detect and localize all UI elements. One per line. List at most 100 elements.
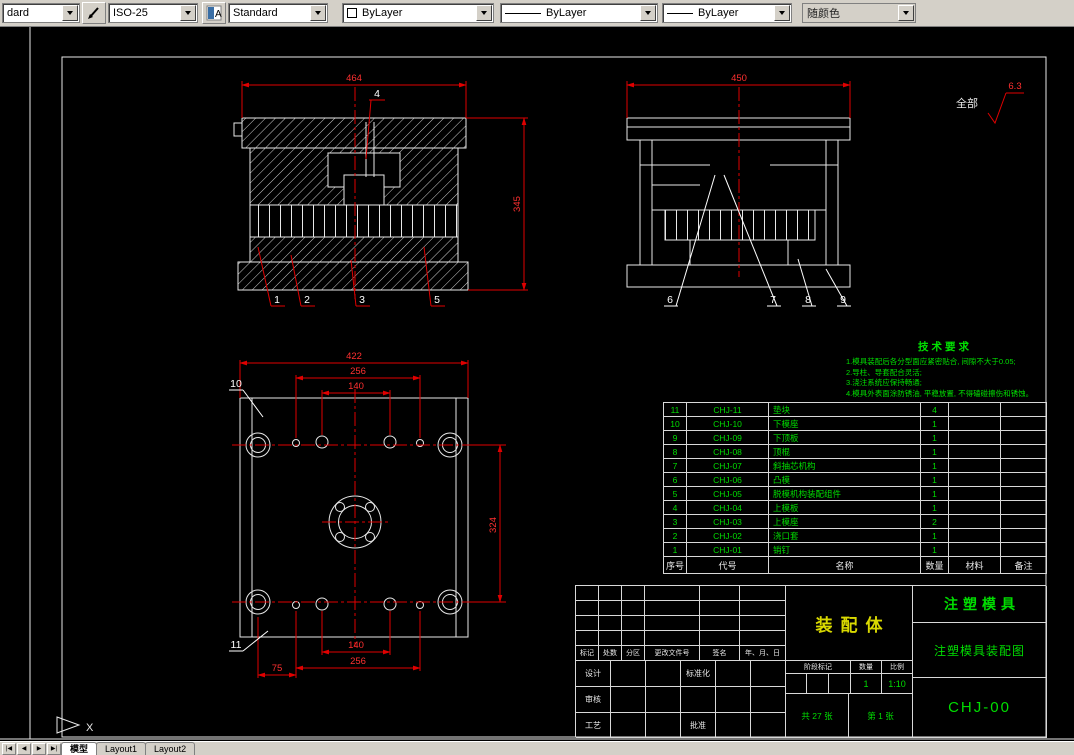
note-line: 4.模具外表面涂防锈油, 平稳放置, 不得磕碰擦伤和锈蚀。 <box>846 388 1034 398</box>
tab-nav-first[interactable]: |◀ <box>2 743 16 755</box>
revision-cell <box>599 631 622 646</box>
revision-cell <box>740 631 786 646</box>
dim-section-width: 464 <box>346 73 362 84</box>
bom-cell: 2 <box>920 514 949 529</box>
part-name: 装配体 <box>815 615 891 635</box>
combo-arrow-button[interactable] <box>640 5 656 21</box>
revision-header-cell: 签名 <box>700 646 740 661</box>
text-style-combo[interactable]: Standard <box>228 3 328 23</box>
dim-style-manager-button[interactable] <box>82 2 106 24</box>
signature-cell <box>716 713 751 738</box>
lineweight-combo[interactable]: ByLayer <box>662 3 792 23</box>
bom-cell <box>948 486 1001 501</box>
note-line: 3.浇注系统应保持畅通; <box>846 378 922 387</box>
text-style-label: Standard <box>233 7 278 19</box>
bom-row: 1 CHJ-01 销钉 1 <box>663 542 1047 557</box>
chevron-down-icon <box>481 11 487 18</box>
bom-cell: 1 <box>663 542 687 557</box>
bom-header: 材料 <box>948 556 1001 574</box>
tab-nav-prev[interactable]: ◀ <box>17 743 31 755</box>
bom-header-row: 序号 代号 名称 数量 材料 备注 <box>663 556 1047 574</box>
revision-cell <box>700 601 740 616</box>
side-view <box>626 87 851 288</box>
bom-cell: 9 <box>663 430 687 445</box>
tab-nav-next[interactable]: ▶ <box>32 743 46 755</box>
bom-cell: 浇口套 <box>768 528 921 543</box>
combo-arrow-button[interactable] <box>310 5 326 21</box>
signature-cell <box>611 713 646 738</box>
tab-model[interactable]: 模型 <box>61 742 98 755</box>
dim-style-combo[interactable]: ISO-25 <box>108 3 198 23</box>
bom-cell: 1 <box>920 430 949 445</box>
bom-row: 9 CHJ-09 下顶板 1 <box>663 430 1047 445</box>
bom-cell: CHJ-10 <box>686 416 769 431</box>
bom-cell <box>1000 486 1047 501</box>
signature-cell: 设计 <box>576 661 611 687</box>
bom-cell: CHJ-09 <box>686 430 769 445</box>
stage-header-row: 阶段标记 数量 比例 <box>786 661 913 674</box>
revision-cell <box>700 631 740 646</box>
tab-layout1[interactable]: Layout1 <box>96 742 147 755</box>
dim-plan-256-top: 256 <box>350 366 366 377</box>
bom-cell <box>948 458 1001 473</box>
lineweight-label: ByLayer <box>698 7 739 19</box>
signature-cell <box>751 713 786 738</box>
color-label: ByLayer <box>362 7 403 19</box>
note-line: 2.导柱、导套配合灵活; <box>846 367 922 377</box>
bom-header: 数量 <box>920 556 949 574</box>
qty-label: 数量 <box>851 661 882 674</box>
bom-header: 序号 <box>663 556 687 574</box>
bom-cell <box>948 472 1001 487</box>
combo-arrow-button[interactable] <box>898 5 914 21</box>
bom-cell <box>1000 528 1047 543</box>
signature-cell: 工艺 <box>576 713 611 738</box>
bom-cell: CHJ-06 <box>686 472 769 487</box>
bom-cell: CHJ-11 <box>686 402 769 417</box>
revision-header-cell: 分区 <box>622 646 645 661</box>
dim-side-width: 450 <box>731 73 747 84</box>
signature-cell: 标准化 <box>681 661 716 687</box>
linetype-combo[interactable]: ByLayer <box>500 3 658 23</box>
drawing-canvas[interactable]: 464 345 4 1 2 3 5 450 6 7 8 9 全部 6.3 422… <box>0 27 1074 741</box>
balloon-2: 2 <box>304 294 310 306</box>
sheet-total: 共 27 张 <box>786 694 849 738</box>
combo-arrow-button[interactable] <box>476 5 492 21</box>
revision-cell <box>576 586 599 601</box>
bom-cell: CHJ-05 <box>686 486 769 501</box>
color-combo[interactable]: ByLayer <box>342 3 494 23</box>
tab-layout2[interactable]: Layout2 <box>145 742 196 755</box>
chevron-down-icon <box>645 11 651 18</box>
bom-cell: 下模座 <box>768 416 921 431</box>
bom-cell <box>948 514 1001 529</box>
signature-cell <box>681 687 716 713</box>
stage-mark-cell <box>829 674 851 694</box>
text-style-manager-button[interactable]: A <box>202 2 226 24</box>
revision-cell <box>645 586 700 601</box>
combo-arrow-button[interactable] <box>180 5 196 21</box>
bom-cell: 凸模 <box>768 472 921 487</box>
bom-cell: 1 <box>920 542 949 557</box>
combo-arrow-button[interactable] <box>62 5 78 21</box>
tab-nav-last[interactable]: ▶| <box>47 743 61 755</box>
bom-cell <box>948 500 1001 515</box>
chevron-down-icon <box>315 11 321 18</box>
bom-cell: 1 <box>920 500 949 515</box>
combo-arrow-button[interactable] <box>774 5 790 21</box>
dim-style-combo-partial[interactable]: dard <box>2 3 80 23</box>
dim-plan-75: 75 <box>272 663 283 674</box>
sheet-number: 第 1 张 <box>849 694 913 738</box>
bom-cell: 1 <box>920 528 949 543</box>
revision-cell <box>576 616 599 631</box>
bom-cell <box>1000 542 1047 557</box>
balloon-1: 1 <box>274 294 280 306</box>
revision-cell <box>645 631 700 646</box>
bom-cell: 1 <box>920 416 949 431</box>
bom-cell: CHJ-08 <box>686 444 769 459</box>
bom-cell <box>948 528 1001 543</box>
chevron-down-icon <box>67 11 73 18</box>
bom-cell: 5 <box>663 486 687 501</box>
plot-style-combo[interactable]: 随颜色 <box>802 3 916 23</box>
bom-cell: 下顶板 <box>768 430 921 445</box>
bom-cell: 1 <box>920 444 949 459</box>
revision-header-cell: 年、月、日 <box>740 646 786 661</box>
